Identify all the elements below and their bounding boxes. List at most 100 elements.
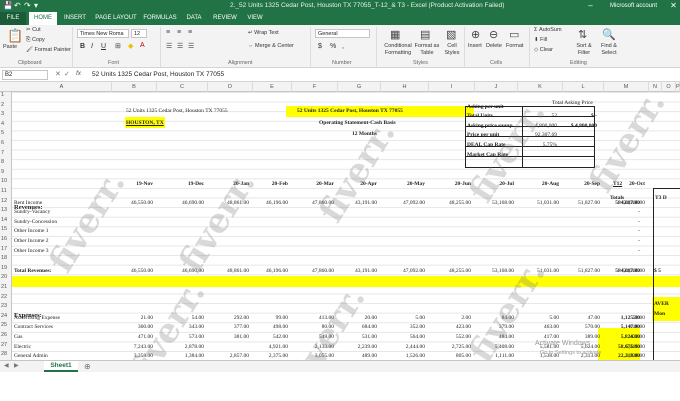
column-header-e[interactable]: E (253, 82, 292, 92)
align-left-icon[interactable]: ☰ (166, 42, 172, 50)
format-cells-icon[interactable]: ▭ (509, 28, 519, 41)
tab-file[interactable]: FILE (0, 12, 26, 25)
borders-icon[interactable]: ⊞ (115, 42, 121, 50)
tab-review[interactable]: REVIEW (210, 12, 240, 25)
clear-button[interactable]: ◇ Clear (534, 47, 553, 54)
column-header-n[interactable]: N (649, 82, 662, 92)
insert-cells-icon[interactable]: ⊕ (471, 28, 480, 41)
cut-button[interactable]: ✂ Cut (26, 27, 41, 34)
tab-page-layout[interactable]: PAGE LAYOUT (93, 12, 139, 25)
row-header-6[interactable]: 6 (0, 140, 12, 146)
underline-button[interactable]: U (101, 43, 106, 50)
conditional-formatting-button[interactable]: Conditional Formatting (381, 43, 415, 57)
autosum-button[interactable]: Σ AutoSum (534, 27, 562, 34)
sheet-tab-sheet1[interactable]: Sheet1 (44, 361, 78, 372)
tab-data[interactable]: DATA (181, 12, 207, 25)
font-color-icon[interactable]: A (140, 42, 145, 49)
row-header-8[interactable]: 8 (0, 159, 12, 165)
row-header-11[interactable]: 11 (0, 188, 12, 194)
find-select-button[interactable]: Find & Select (596, 43, 622, 57)
row-header-24[interactable]: 24 (0, 313, 12, 319)
align-center-icon[interactable]: ☰ (177, 42, 183, 50)
column-header-d[interactable]: D (208, 82, 253, 92)
row-header-20[interactable]: 20 (0, 274, 12, 280)
wrap-text-button[interactable]: ↵ Wrap Text (248, 30, 279, 37)
column-header-k[interactable]: K (518, 82, 563, 92)
sort-filter-icon[interactable]: ⇅ (578, 28, 587, 41)
sheet-prev-icon[interactable]: ◀ (4, 362, 9, 369)
paste-button[interactable]: Paste (3, 44, 17, 51)
row-header-25[interactable]: 25 (0, 322, 12, 328)
column-header-j[interactable]: J (475, 82, 518, 92)
find-select-icon[interactable]: 🔍 (602, 28, 616, 41)
undo-icon[interactable]: ↶ (14, 1, 21, 11)
row-header-10[interactable]: 10 (0, 178, 12, 184)
column-header-f[interactable]: F (292, 82, 338, 92)
column-header-i[interactable]: I (429, 82, 475, 92)
formula-input[interactable]: 52 Units 1325 Cedar Post, Houston TX 770… (92, 70, 224, 80)
row-header-2[interactable]: 2 (0, 102, 12, 108)
row-header-15[interactable]: 15 (0, 226, 12, 232)
insert-button[interactable]: Insert (468, 43, 482, 50)
column-header-h[interactable]: H (381, 82, 429, 92)
name-box[interactable]: B2 (2, 70, 48, 80)
row-header-13[interactable]: 13 (0, 207, 12, 213)
bold-button[interactable]: B (80, 43, 85, 50)
copy-button[interactable]: ⎘ Copy (26, 37, 45, 44)
font-size-select[interactable]: 12 (131, 29, 147, 38)
number-format-select[interactable]: General (315, 29, 370, 38)
row-header-19[interactable]: 19 (0, 265, 12, 271)
row-header-21[interactable]: 21 (0, 284, 12, 290)
percent-button[interactable]: % (330, 43, 336, 50)
close-button[interactable]: ✕ (667, 0, 680, 12)
row-header-7[interactable]: 7 (0, 150, 12, 156)
format-table-icon[interactable]: ▤ (420, 28, 430, 41)
column-header-b[interactable]: B (112, 82, 157, 92)
tab-formulas[interactable]: FORMULAS (142, 12, 178, 25)
tab-home[interactable]: HOME (29, 12, 57, 25)
currency-button[interactable]: $ (318, 43, 322, 50)
align-bottom-icon[interactable]: ≡ (188, 29, 192, 36)
row-header-22[interactable]: 22 (0, 294, 12, 300)
column-header-l[interactable]: L (563, 82, 604, 92)
format-button[interactable]: Format (506, 43, 523, 50)
sort-filter-button[interactable]: Sort & Filter (572, 43, 596, 57)
align-right-icon[interactable]: ☰ (188, 42, 194, 50)
format-painter-button[interactable]: 🖌 Format Painter (26, 47, 71, 54)
comma-button[interactable]: , (342, 43, 344, 50)
italic-button[interactable]: I (91, 43, 93, 50)
merge-center-button[interactable]: ⇔ Merge & Center (248, 43, 294, 50)
conditional-formatting-icon[interactable]: ▦ (390, 28, 400, 41)
row-header-14[interactable]: 14 (0, 217, 12, 223)
sheet-next-icon[interactable]: ▶ (14, 362, 19, 369)
row-header-18[interactable]: 18 (0, 255, 12, 261)
row-header-27[interactable]: 27 (0, 342, 12, 348)
font-name-select[interactable]: Times New Roma (77, 29, 129, 38)
fill-button[interactable]: ⬇ Fill (534, 37, 547, 44)
row-header-1[interactable]: 1 (0, 92, 12, 98)
customize-qat-icon[interactable]: ▾ (34, 1, 38, 11)
delete-button[interactable]: Delete (486, 43, 502, 50)
account-link[interactable]: Microsoft account (610, 1, 657, 11)
cell-styles-icon[interactable]: ▧ (446, 28, 456, 41)
column-header-o[interactable]: O (662, 82, 676, 92)
save-icon[interactable]: 💾 (3, 1, 13, 11)
format-as-table-button[interactable]: Format as Table (414, 43, 440, 57)
row-header-3[interactable]: 3 (0, 111, 12, 117)
row-header-26[interactable]: 26 (0, 332, 12, 338)
tab-insert[interactable]: INSERT (60, 12, 90, 25)
align-top-icon[interactable]: ≡ (166, 29, 170, 36)
row-header-17[interactable]: 17 (0, 246, 12, 252)
align-middle-icon[interactable]: ≡ (177, 29, 181, 36)
column-header-g[interactable]: G (338, 82, 381, 92)
enter-icon[interactable]: ✓ (64, 70, 70, 78)
fill-color-icon[interactable]: ◆ (128, 42, 133, 50)
cancel-icon[interactable]: ✕ (55, 70, 61, 78)
row-header-23[interactable]: 23 (0, 303, 12, 309)
delete-cells-icon[interactable]: ⊖ (489, 28, 498, 41)
row-header-4[interactable]: 4 (0, 121, 12, 127)
add-sheet-icon[interactable]: ⊕ (84, 362, 91, 371)
fx-icon[interactable]: fx (76, 70, 81, 77)
redo-icon[interactable]: ↷ (24, 1, 31, 11)
row-header-9[interactable]: 9 (0, 169, 12, 175)
